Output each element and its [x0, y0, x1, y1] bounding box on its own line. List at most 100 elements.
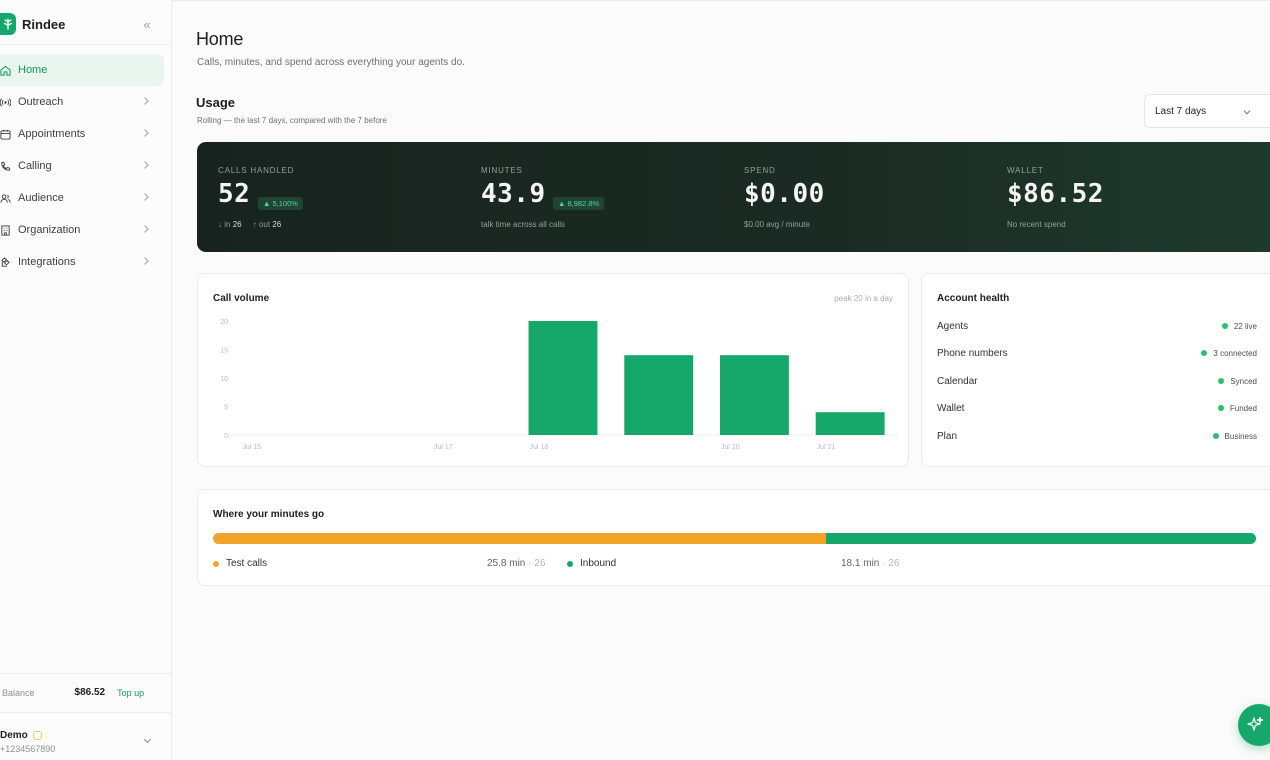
sidebar-item-audience[interactable]: Audience — [0, 182, 164, 214]
balance-label: Balance — [2, 687, 35, 698]
status-dot-icon — [1217, 405, 1224, 411]
stat-sub: $0.00 avg / minute — [744, 220, 810, 229]
sidebar-item-label: Appointments — [18, 128, 86, 140]
x-tick-label: Jul 18 — [530, 444, 549, 451]
health-row-wallet[interactable]: Wallet Funded — [937, 401, 1257, 415]
x-tick-label: Jul 17 — [434, 444, 453, 451]
health-label: Wallet — [937, 402, 965, 414]
home-icon — [0, 65, 14, 76]
health-status-text: 22 live — [1233, 321, 1257, 331]
sidebar-item-outreach[interactable]: Outreach — [0, 86, 164, 118]
legend-dot-icon — [567, 560, 573, 567]
chevron-right-icon — [144, 129, 149, 137]
legend-separator: · — [528, 558, 532, 569]
health-row-calendar[interactable]: Calendar Synced — [937, 374, 1257, 388]
date-range-value: Last 7 days — [1155, 105, 1207, 117]
health-row-agents[interactable]: Agents 22 live — [937, 319, 1257, 333]
health-status-text: 3 connected — [1213, 348, 1257, 358]
stat-sub: talk time across all calls — [481, 220, 566, 229]
status-badge: 22 live — [1221, 321, 1257, 331]
users-icon — [0, 193, 14, 204]
status-badge: Business — [1212, 432, 1257, 441]
segment-inbound[interactable] — [826, 533, 1256, 544]
bar-jul-19[interactable] — [624, 355, 694, 435]
account-switcher[interactable]: Demo +1234567890 — [0, 712, 171, 760]
health-row-plan[interactable]: Plan Business — [937, 429, 1257, 443]
sparkle-icon — [1247, 716, 1264, 731]
x-tick-label: Jul 21 — [817, 444, 836, 451]
bar-jul-21[interactable] — [815, 412, 885, 435]
peak-label: peak 20 in a day — [834, 294, 893, 303]
sidebar-item-home[interactable]: Home — [0, 54, 164, 86]
card-title: Call volume — [213, 293, 270, 304]
health-row-phone-numbers[interactable]: Phone numbers 3 connected — [937, 346, 1257, 360]
brand-name: Rindee — [22, 16, 66, 32]
stat-label: CALLS HANDLED — [218, 166, 295, 175]
y-tick-label: 10 — [220, 376, 228, 383]
status-dot-icon — [1218, 378, 1225, 384]
stat-minutes: MINUTES 43.9 ▲ 8,982.8% talk time across… — [481, 142, 741, 252]
sidebar-item-label: Organization — [18, 224, 81, 236]
chevron-right-icon — [144, 97, 149, 105]
y-tick-label: 15 — [220, 348, 228, 355]
health-label: Agents — [937, 320, 969, 332]
chevron-right-icon — [144, 161, 149, 169]
stat-sub: No recent spend — [1007, 220, 1066, 229]
integrations-icon — [0, 256, 14, 268]
chevron-right-icon — [144, 225, 149, 233]
legend-value-test-calls: 25.8 min · 26 — [487, 558, 545, 569]
phone-icon — [0, 161, 14, 172]
stat-value: 43.9 — [481, 179, 546, 209]
sidebar-item-integrations[interactable]: Integrations — [0, 246, 164, 278]
sidebar-item-label: Audience — [18, 192, 64, 204]
health-label: Calendar — [937, 375, 978, 387]
sidebar: Rindee « Home Outreach Appointments Call… — [0, 0, 172, 760]
sidebar-item-appointments[interactable]: Appointments — [0, 118, 164, 150]
balance-value: $86.52 — [74, 687, 106, 698]
chevron-down-icon — [143, 738, 152, 744]
usage-stats-panel: CALLS HANDLED 52 ▲ 5,100% ↓ in 26 ↑ out … — [197, 142, 1270, 252]
stat-label: MINUTES — [481, 166, 523, 175]
call-volume-chart: 0 5 10 15 20 Jul 15 Jul 17 Jul 18 Jul 20 Jul 21 — [220, 319, 898, 451]
status-badge: Synced — [1218, 377, 1257, 386]
bar-jul-20[interactable] — [719, 355, 789, 435]
divider — [0, 44, 171, 45]
card-title: Account health — [937, 293, 1010, 304]
legend-separator: · — [882, 558, 886, 569]
legend-dot-icon — [213, 560, 219, 567]
stat-value: $86.52 — [1007, 179, 1104, 209]
calendar-icon — [0, 129, 14, 140]
brand[interactable]: Rindee « — [0, 10, 172, 38]
legend-value-inbound: 18.1 min · 26 — [841, 558, 899, 569]
chevron-right-icon — [144, 257, 149, 265]
top-up-link[interactable]: Top up — [117, 688, 144, 698]
out-value: 26 — [272, 220, 282, 229]
sidebar-item-label: Calling — [18, 160, 52, 172]
minutes-stacked-bar — [213, 533, 1256, 544]
y-tick-label: 0 — [224, 433, 228, 440]
stat-delta-badge: ▲ 5,100% — [258, 197, 303, 210]
health-label: Phone numbers — [937, 347, 1008, 359]
legend-minutes: 25.8 min — [487, 558, 526, 569]
balance-row: Balance $86.52 Top up — [0, 673, 171, 711]
collapse-sidebar-icon[interactable]: « — [138, 15, 156, 33]
chevron-down-icon — [1243, 110, 1251, 115]
health-status-text: Synced — [1230, 376, 1257, 386]
sidebar-item-label: Home — [18, 64, 48, 76]
bar-jul-18[interactable] — [528, 321, 598, 435]
sidebar-nav: Home Outreach Appointments Calling Audie… — [0, 54, 172, 278]
health-status-text: Funded — [1229, 403, 1257, 413]
stat-label: SPEND — [744, 166, 776, 175]
legend-inbound: Inbound — [567, 558, 616, 569]
legend-label: Inbound — [580, 558, 617, 569]
segment-test-calls[interactable] — [213, 533, 827, 544]
in-value: 26 — [232, 220, 242, 229]
call-volume-card: Call volume peak 20 in a day 0 5 10 15 20 Jul… — [197, 273, 909, 467]
legend-count: 26 — [888, 558, 900, 569]
status-dot-icon — [1201, 350, 1208, 356]
date-range-select[interactable]: Last 7 days — [1144, 94, 1270, 128]
stat-value: $0.00 — [744, 179, 825, 209]
sidebar-item-organization[interactable]: Organization — [0, 214, 164, 246]
x-tick-label: Jul 20 — [721, 444, 740, 451]
sidebar-item-calling[interactable]: Calling — [0, 150, 164, 182]
